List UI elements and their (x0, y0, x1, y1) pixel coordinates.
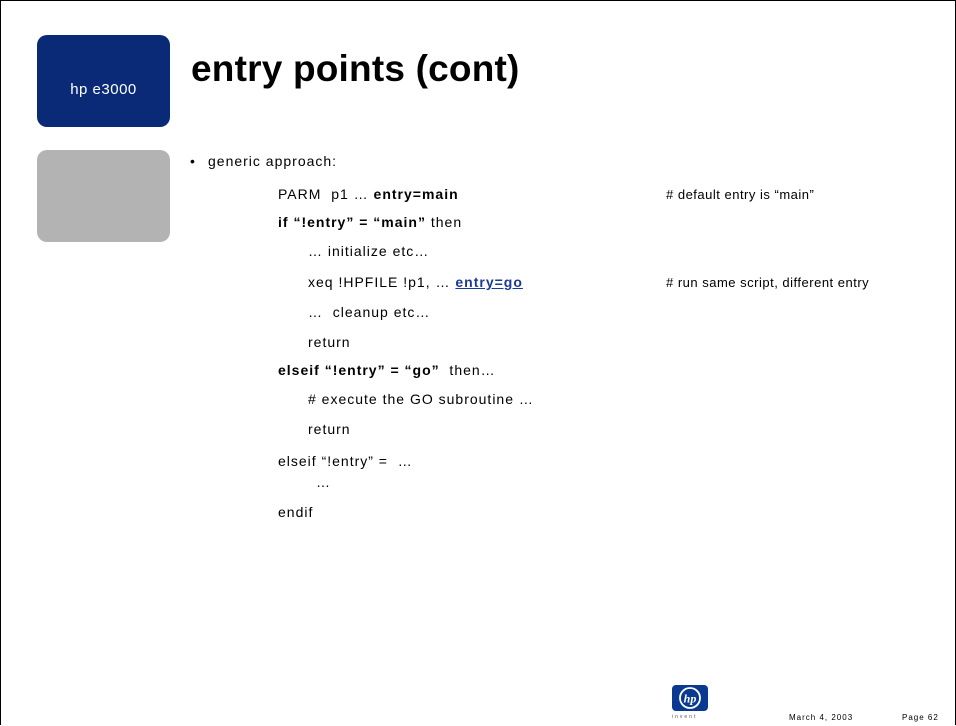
code-line-elseif: elseif “!entry” = … (278, 453, 413, 469)
code-line-return-2: return (308, 421, 351, 437)
code-text-bold: elseif “!entry” = “go” (278, 362, 440, 378)
brand-box: hp e3000 (37, 35, 170, 127)
code-line-elseif-go: elseif “!entry” = “go” then… (278, 362, 496, 378)
hp-logo-icon: hp (672, 685, 708, 711)
brand-label: hp e3000 (70, 81, 137, 98)
code-text-bold: entry=main (373, 186, 459, 202)
code-line-cleanup: … cleanup etc… (308, 304, 431, 320)
bullet-item: • generic approach: (190, 153, 337, 169)
code-line-execute-go: # execute the GO subroutine … (308, 391, 534, 407)
hp-logo-tagline: invent (672, 714, 698, 720)
bullet-icon: • (190, 153, 196, 169)
code-line-endif: endif (278, 504, 314, 520)
bullet-text: generic approach: (208, 153, 338, 169)
code-text: then… (439, 362, 496, 378)
side-decoration-box (37, 150, 170, 242)
code-text: PARM p1 … (278, 186, 374, 202)
code-text: xeq !HPFILE !p1, … (308, 274, 456, 290)
code-line-if: if “!entry” = “main” then (278, 214, 462, 230)
code-text-bold: if “!entry” = “main” (278, 214, 426, 230)
code-text: then (425, 214, 463, 230)
svg-text:hp: hp (684, 692, 697, 706)
comment-default-entry: # default entry is “main” (666, 187, 815, 202)
code-line-parm: PARM p1 … entry=main (278, 186, 459, 202)
code-line-xeq: xeq !HPFILE !p1, … entry=go (308, 274, 523, 290)
slide-title: entry points (cont) (191, 48, 520, 89)
code-line-return-1: return (308, 334, 351, 350)
comment-run-same-script: # run same script, different entry (666, 275, 870, 290)
footer-date: March 4, 2003 (789, 713, 854, 722)
code-line-initialize: … initialize etc… (308, 243, 430, 259)
code-line-ellipsis: … (316, 474, 331, 490)
entry-go-link[interactable]: entry=go (455, 274, 523, 290)
footer-page-number: Page 62 (902, 713, 939, 722)
